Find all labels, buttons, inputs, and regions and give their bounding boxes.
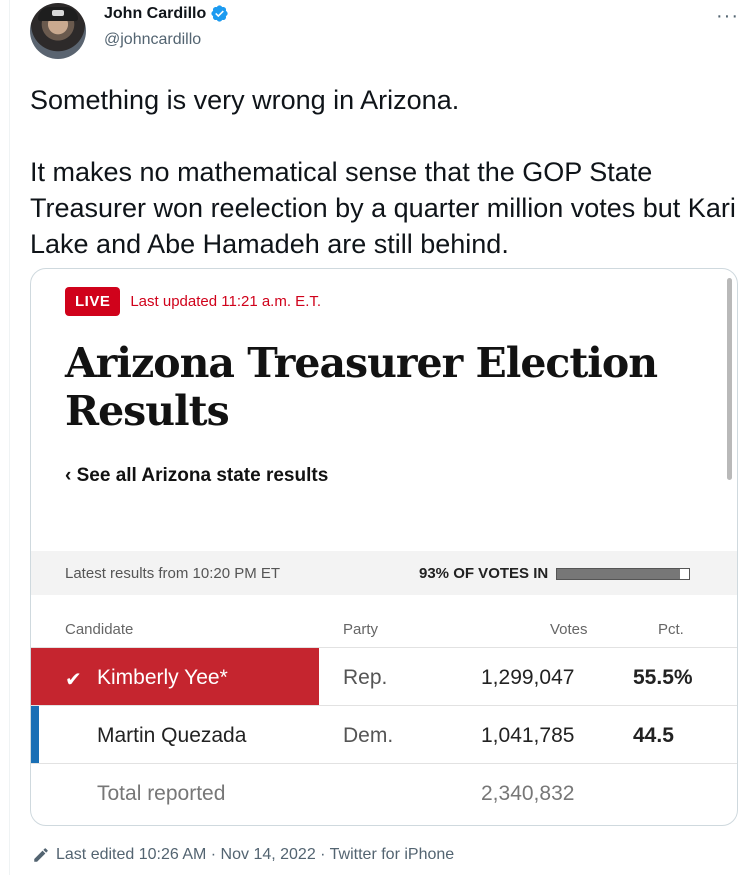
votes-progress-bar bbox=[556, 567, 691, 580]
votes-progress-fill bbox=[557, 568, 680, 579]
column-header-votes: Votes bbox=[550, 621, 588, 638]
author-name[interactable]: John Cardillo bbox=[104, 5, 206, 23]
author-avatar[interactable] bbox=[30, 3, 86, 59]
see-all-results-link[interactable]: ‹ See all Arizona state results bbox=[65, 465, 328, 487]
column-header-candidate: Candidate bbox=[65, 621, 134, 638]
results-headline: Arizona Treasurer Election Results bbox=[65, 339, 658, 435]
total-votes: 2,340,832 bbox=[481, 782, 575, 805]
latest-results-bar: Latest results from 10:20 PM ET 93% OF V… bbox=[31, 551, 737, 595]
winner-check-icon: ✔ bbox=[65, 669, 82, 691]
tweet-text: Something is very wrong in Arizona. It m… bbox=[30, 85, 736, 259]
candidate-votes: 1,299,047 bbox=[481, 666, 575, 689]
more-options-icon[interactable]: ··· bbox=[716, 5, 739, 28]
candidate-name: Martin Quezada bbox=[97, 724, 247, 747]
candidate-row: Martin Quezada Dem. 1,041,785 44.5 bbox=[31, 705, 737, 764]
cap-logo bbox=[52, 10, 64, 16]
candidate-votes: 1,041,785 bbox=[481, 724, 575, 747]
edited-text[interactable]: Last edited 10:26 AM · Nov 14, 2022 · Tw… bbox=[56, 846, 454, 864]
live-status-row: LIVE Last updated 11:21 a.m. E.T. bbox=[65, 287, 321, 316]
candidate-name: Kimberly Yee* bbox=[97, 666, 228, 689]
author-handle[interactable]: @johncardillo bbox=[104, 31, 201, 49]
column-header-pct: Pct. bbox=[658, 621, 684, 638]
candidate-party: Dem. bbox=[343, 724, 394, 747]
candidate-row-winner: ✔ Kimberly Yee* Rep. 1,299,047 55.5% bbox=[31, 647, 737, 706]
card-scrollbar[interactable] bbox=[727, 278, 732, 480]
live-badge: LIVE bbox=[65, 287, 121, 316]
candidate-pct: 44.5 bbox=[633, 724, 674, 747]
column-header-party: Party bbox=[343, 621, 379, 638]
total-label: Total reported bbox=[97, 782, 226, 805]
verified-badge-icon bbox=[211, 5, 228, 22]
candidate-pct: 55.5% bbox=[633, 666, 693, 689]
author-name-row[interactable]: John Cardillo bbox=[104, 4, 229, 23]
candidate-party: Rep. bbox=[343, 666, 388, 689]
total-row: Total reported 2,340,832 bbox=[31, 763, 737, 822]
votes-in-indicator: 93% OF VOTES IN bbox=[419, 565, 691, 582]
embedded-media-card[interactable]: LIVE Last updated 11:21 a.m. E.T. Arizon… bbox=[30, 268, 738, 826]
edited-info[interactable]: Last edited 10:26 AM · Nov 14, 2022 · Tw… bbox=[32, 846, 454, 864]
latest-results-text: Latest results from 10:20 PM ET bbox=[65, 565, 281, 582]
last-updated-text: Last updated 11:21 a.m. E.T. bbox=[130, 293, 322, 310]
pencil-icon bbox=[34, 848, 48, 862]
votes-in-label: 93% OF VOTES IN bbox=[419, 565, 549, 582]
timeline-divider bbox=[9, 0, 10, 875]
dem-party-strip bbox=[31, 706, 39, 764]
